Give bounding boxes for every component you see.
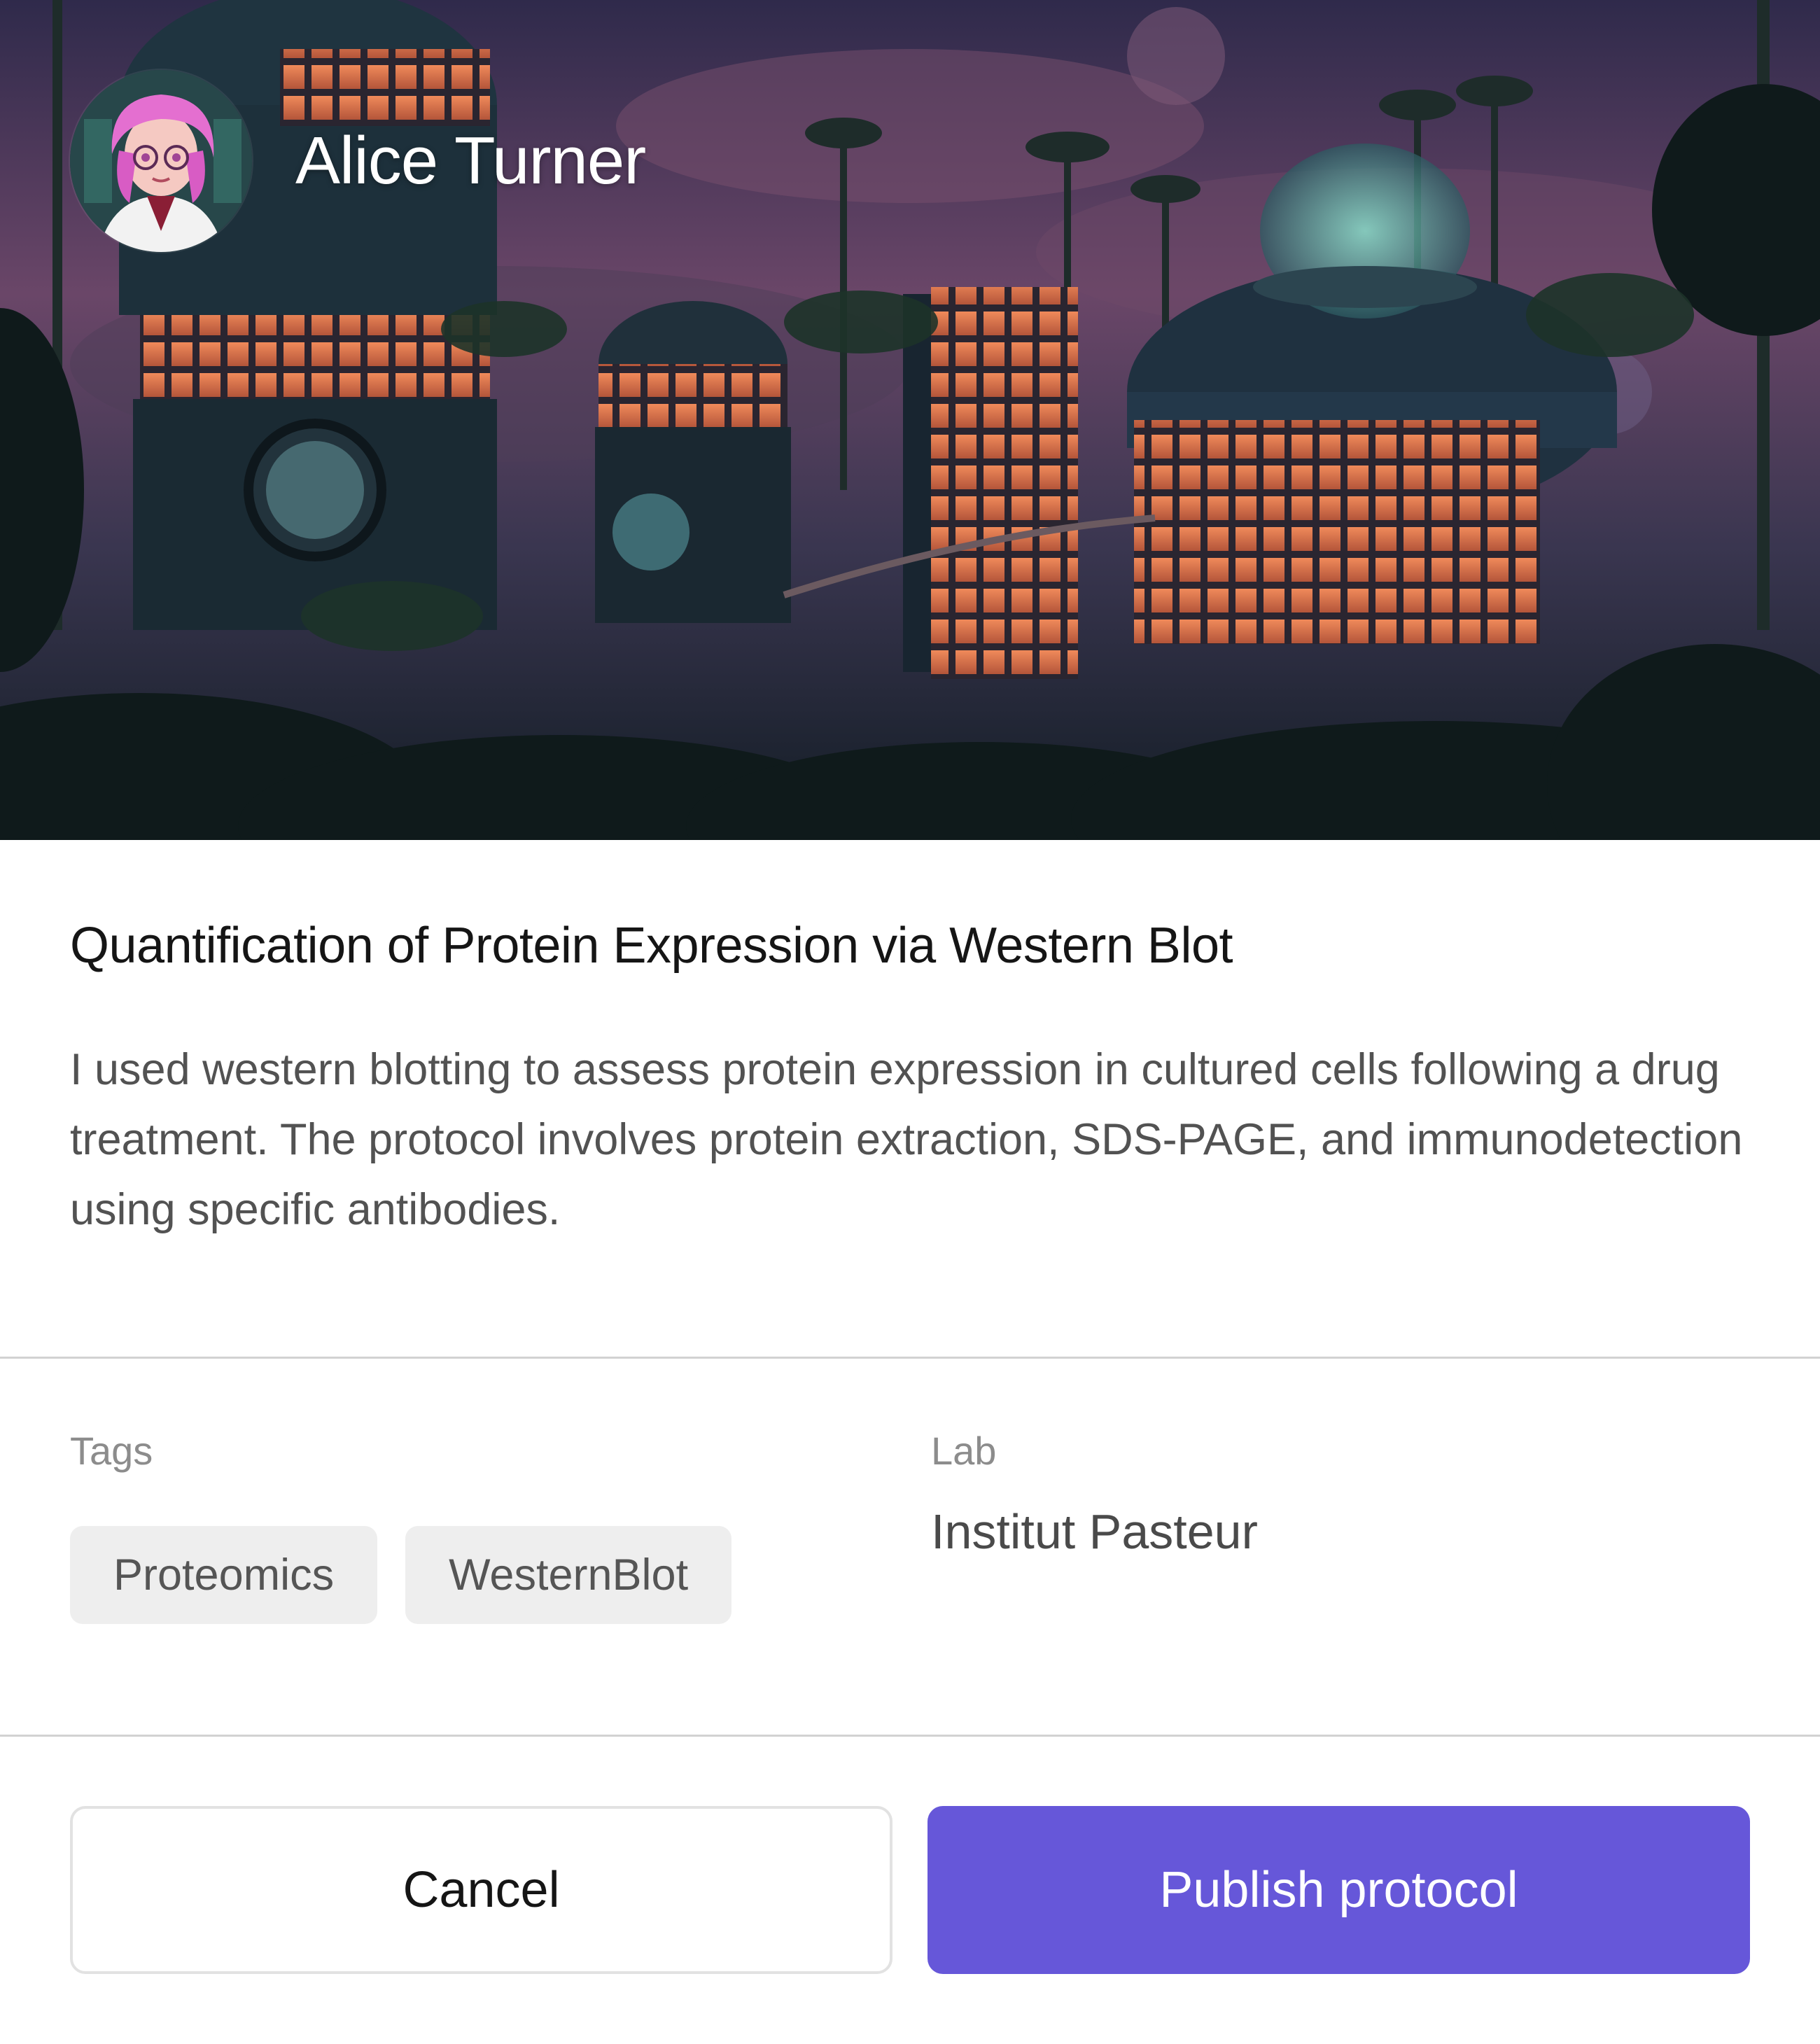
scientist-avatar-icon: [70, 70, 252, 252]
publish-protocol-button[interactable]: Publish protocol: [927, 1806, 1750, 1974]
footer-divider: [0, 1735, 1820, 1737]
protocol-title: Quantification of Protein Expression via…: [70, 918, 1233, 974]
tag-chip-westernblot[interactable]: WesternBlot: [405, 1526, 732, 1624]
tags-label: Tags: [70, 1429, 153, 1473]
lab-value: Institut Pasteur: [931, 1504, 1258, 1559]
author-header: Alice Turner: [70, 70, 646, 252]
hero-banner: Alice Turner: [0, 0, 1820, 840]
avatar[interactable]: [70, 70, 252, 252]
author-name: Alice Turner: [295, 123, 646, 198]
tag-chip-proteomics[interactable]: Proteomics: [70, 1526, 378, 1624]
protocol-description: I used western blotting to assess protei…: [70, 1045, 1743, 1234]
cancel-button[interactable]: Cancel: [70, 1806, 892, 1974]
publish-protocol-card: Alice Turner Quantification of Protein E…: [0, 0, 1820, 2044]
section-divider: [0, 1357, 1820, 1359]
lab-label: Lab: [931, 1429, 997, 1473]
tag-list: Proteomics WesternBlot: [70, 1526, 760, 1624]
